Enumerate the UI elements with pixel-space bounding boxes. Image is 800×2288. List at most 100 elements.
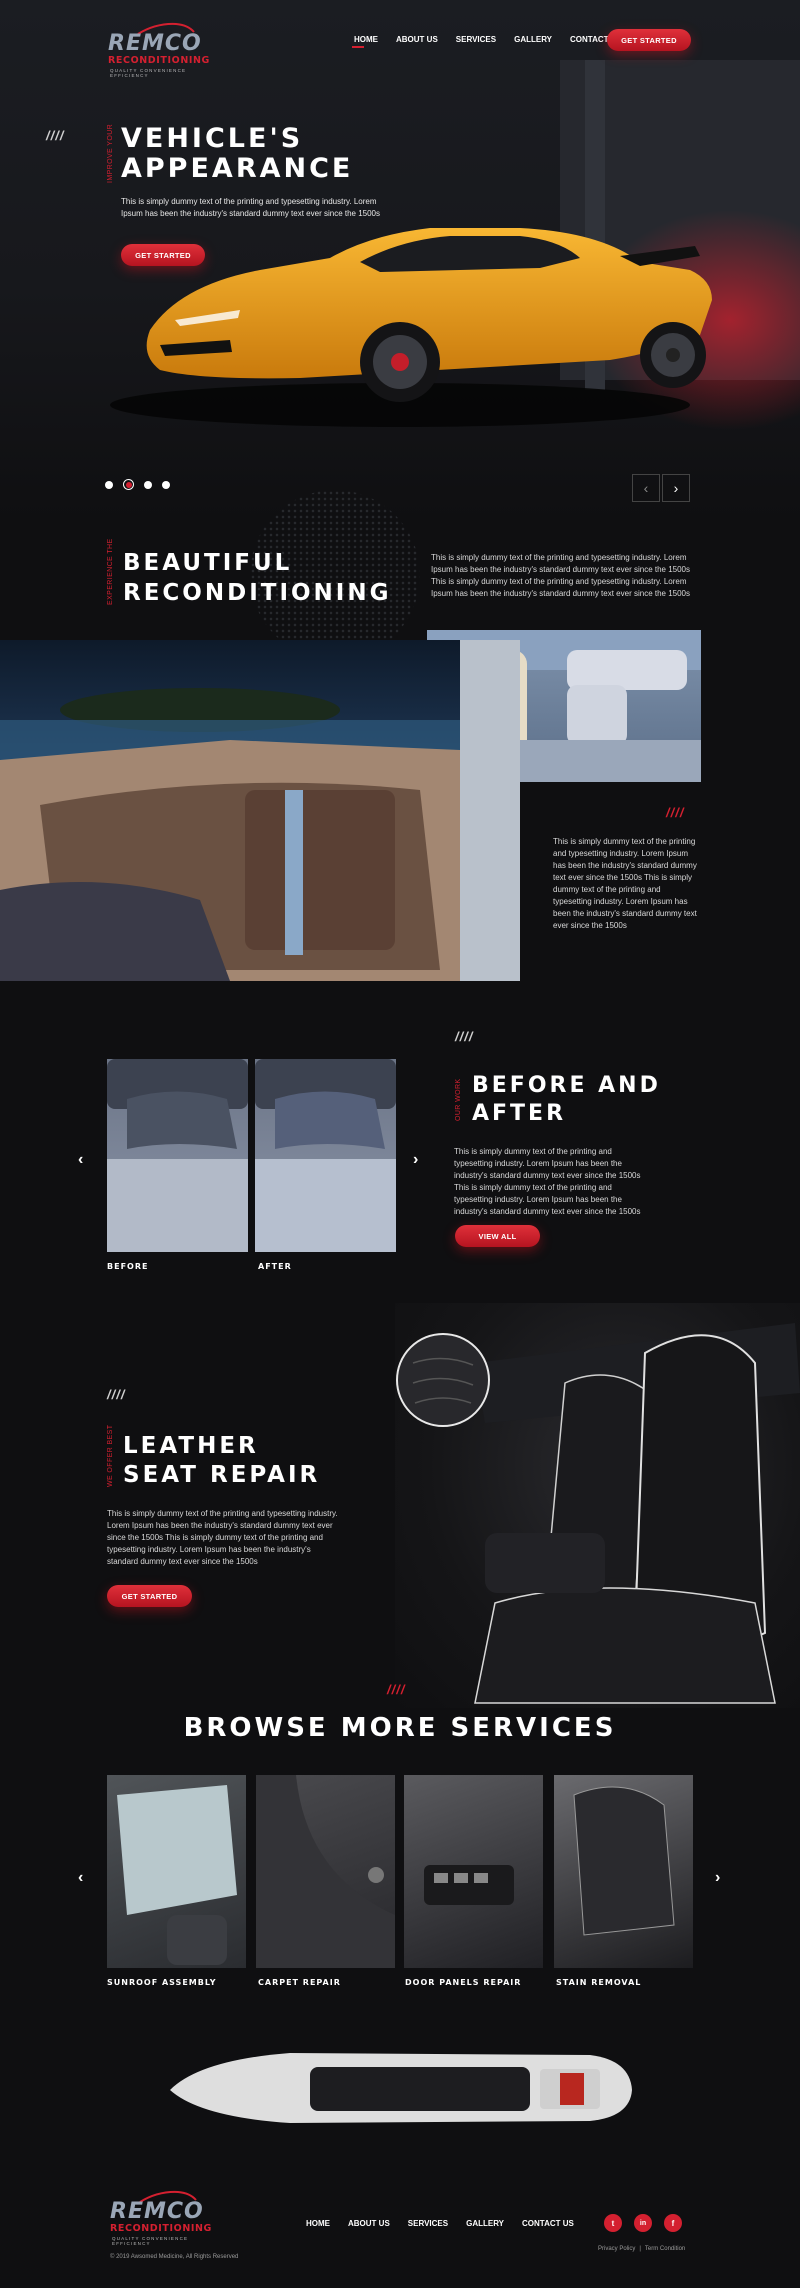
- hero-get-started-button[interactable]: GET STARTED: [121, 244, 205, 266]
- service-card-carpet[interactable]: [256, 1775, 395, 1973]
- footer-nav-gallery[interactable]: GALLERY: [466, 2219, 504, 2228]
- logo-tagline: Quality Convenience Efficiency: [110, 68, 187, 78]
- legal-separator: |: [639, 2246, 641, 2252]
- before-after-slashes: ////: [455, 1029, 474, 1044]
- service-label-stain: STAIN REMOVAL: [556, 1978, 642, 1987]
- leather-side-label: WE OFFER BEST: [107, 1424, 114, 1487]
- services-next-arrow[interactable]: ›: [715, 1870, 720, 1886]
- footer-nav-home[interactable]: HOME: [306, 2219, 330, 2228]
- recon-side-label-wrap: EXPERIENCE THE: [107, 538, 114, 606]
- service-card-door-panels[interactable]: [404, 1775, 543, 1973]
- logo[interactable]: REMCO RECONDITIONING Quality Convenience…: [108, 22, 223, 78]
- leather-side-label-wrap: WE OFFER BEST: [107, 1425, 114, 1488]
- hero-next-button[interactable]: ›: [662, 474, 690, 502]
- chevron-right-icon: ›: [673, 480, 679, 496]
- leather-get-started-button[interactable]: GET STARTED: [107, 1585, 192, 1607]
- footer-logo[interactable]: REMCO RECONDITIONING Quality Convenience…: [110, 2190, 225, 2246]
- slider-dot-1[interactable]: [105, 480, 113, 489]
- hero-slashes: ////: [46, 128, 65, 143]
- before-after-title: BEFORE AND AFTER: [472, 1072, 661, 1128]
- slider-dot-2[interactable]: [123, 479, 134, 490]
- leather-title-line2: SEAT REPAIR: [123, 1462, 321, 1488]
- twitter-icon[interactable]: t: [604, 2214, 622, 2232]
- footer-copyright: © 2019 Awsomed Medicine, All Rights Rese…: [110, 2254, 239, 2260]
- services-slashes: ////: [387, 1682, 406, 1697]
- main-nav: HOME ABOUT US SERVICES GALLERY CONTACT U…: [336, 35, 622, 44]
- chevron-right-icon: ›: [413, 1151, 419, 1168]
- recon-side-label: EXPERIENCE THE: [107, 538, 114, 605]
- before-after-text: This is simply dummy text of the printin…: [454, 1147, 641, 1216]
- linkedin-icon[interactable]: in: [634, 2214, 652, 2232]
- hero-car-illustration: [110, 60, 800, 430]
- services-title: BROWSE MORE SERVICES: [183, 1713, 617, 1743]
- recon-title-line2: RECONDITIONING: [123, 580, 392, 606]
- leather-title-line1: LEATHER: [123, 1433, 259, 1459]
- term-condition-link[interactable]: Term Condition: [645, 2246, 685, 2252]
- hero-text: This is simply dummy text of the printin…: [121, 197, 380, 218]
- footer-logo-tagline: Quality Convenience Efficiency: [112, 2236, 189, 2246]
- service-label-carpet: CARPET REPAIR: [258, 1978, 341, 1987]
- leather-seat-image: [395, 1303, 800, 1708]
- view-all-button[interactable]: VIEW ALL: [455, 1225, 540, 1247]
- sunroof-image: [107, 1775, 246, 1968]
- hero-prev-button[interactable]: ‹: [632, 474, 660, 502]
- before-label: BEFORE: [107, 1262, 149, 1271]
- leather-slashes: ////: [107, 1387, 126, 1402]
- service-label-door-panels: DOOR PANELS REPAIR: [405, 1978, 522, 1987]
- slider-dot-3[interactable]: [144, 480, 152, 489]
- privacy-policy-link[interactable]: Privacy Policy: [598, 2246, 635, 2252]
- service-card-stain[interactable]: [554, 1775, 693, 1973]
- hero-title: VEHICLE'S APPEARANCE: [121, 124, 353, 184]
- boat-interior-image: [0, 640, 520, 981]
- nav-gallery[interactable]: GALLERY: [514, 35, 552, 44]
- after-image: [255, 1059, 396, 1252]
- leather-text: This is simply dummy text of the printin…: [107, 1509, 338, 1566]
- before-image: [107, 1059, 248, 1252]
- hero-title-line1: VEHICLE'S: [121, 123, 304, 154]
- logo-name: REMCO: [108, 31, 202, 56]
- before-after-side-label-wrap: OUR WORK: [455, 1079, 462, 1122]
- carpet-image: [256, 1775, 395, 1968]
- recon-slashes: ////: [666, 805, 685, 820]
- nav-services[interactable]: SERVICES: [456, 35, 496, 44]
- hero-slider-dots: [105, 479, 170, 490]
- hero-side-label: IMPROVE YOUR: [107, 123, 114, 183]
- stain-removal-image: [554, 1775, 693, 1968]
- nav-home[interactable]: HOME: [354, 35, 378, 44]
- chevron-right-icon: ›: [715, 1869, 721, 1886]
- chevron-left-icon: ‹: [78, 1869, 84, 1886]
- before-after-next-arrow[interactable]: ›: [413, 1152, 418, 1168]
- footer-nav-about[interactable]: ABOUT US: [348, 2219, 390, 2228]
- logo-sub: RECONDITIONING: [108, 55, 210, 66]
- footer-logo-name: REMCO: [110, 2199, 204, 2224]
- hero-side-label-wrap: IMPROVE YOUR: [107, 124, 114, 184]
- nav-about[interactable]: ABOUT US: [396, 35, 438, 44]
- footer-nav-services[interactable]: SERVICES: [408, 2219, 448, 2228]
- nav-active-underline: [352, 46, 364, 48]
- chevron-left-icon: ‹: [643, 480, 649, 496]
- services-prev-arrow[interactable]: ‹: [78, 1870, 83, 1886]
- footer-legal-links: Privacy Policy | Term Condition: [598, 2246, 685, 2252]
- slider-dot-4[interactable]: [162, 480, 170, 489]
- facebook-icon[interactable]: f: [664, 2214, 682, 2232]
- recon-text: This is simply dummy text of the printin…: [431, 553, 690, 598]
- hero-title-line2: APPEARANCE: [121, 153, 354, 184]
- header-get-started-button[interactable]: GET STARTED: [607, 29, 691, 51]
- before-after-title-line1: BEFORE AND: [472, 1073, 661, 1098]
- before-after-title-line2: AFTER: [472, 1101, 567, 1126]
- service-card-sunroof[interactable]: [107, 1775, 246, 1973]
- recon-title-line1: BEAUTIFUL: [123, 550, 293, 576]
- footer-nav-contact[interactable]: CONTACT US: [522, 2219, 574, 2228]
- recon-text2: This is simply dummy text of the printin…: [553, 837, 697, 930]
- before-after-prev-arrow[interactable]: ‹: [78, 1152, 83, 1168]
- hero-background: [0, 0, 800, 520]
- footer-logo-sub: RECONDITIONING: [110, 2223, 212, 2234]
- service-label-sunroof: SUNROOF ASSEMBLY: [107, 1978, 217, 1987]
- leather-title: LEATHER SEAT REPAIR: [123, 1432, 320, 1490]
- before-after-side-label: OUR WORK: [455, 1078, 462, 1121]
- yacht-image: [160, 2035, 640, 2135]
- chevron-left-icon: ‹: [78, 1151, 84, 1168]
- recon-title: BEAUTIFUL RECONDITIONING: [123, 548, 392, 608]
- footer-nav: HOME ABOUT US SERVICES GALLERY CONTACT U…: [288, 2219, 574, 2228]
- after-label: AFTER: [258, 1262, 292, 1271]
